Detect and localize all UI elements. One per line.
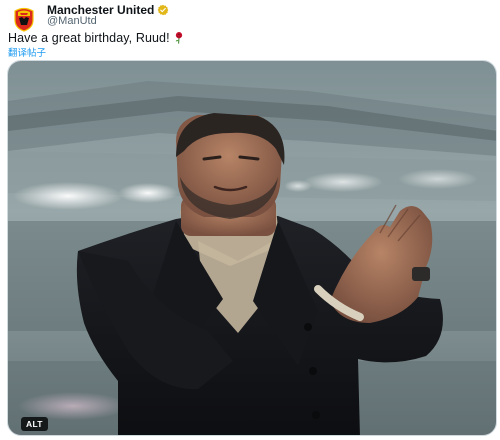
- verified-badge-icon: [157, 4, 169, 16]
- tweet-photo[interactable]: ALT: [7, 60, 497, 436]
- photo-man-applauding-in-stadium: [8, 61, 496, 435]
- tweet-text: Have a great birthday, Ruud!: [8, 31, 185, 45]
- profile-avatar[interactable]: [9, 3, 39, 33]
- translate-post-link[interactable]: 翻译帖子: [8, 45, 46, 59]
- tweet-text-body: Have a great birthday, Ruud!: [8, 31, 170, 45]
- tweet-card: Manchester United @ManUtd Have a great b…: [0, 0, 500, 440]
- rose-emoji-icon: [173, 31, 185, 44]
- author-handle[interactable]: @ManUtd: [47, 15, 97, 27]
- manchester-united-crest-icon: [10, 4, 38, 32]
- alt-text-badge[interactable]: ALT: [21, 417, 48, 431]
